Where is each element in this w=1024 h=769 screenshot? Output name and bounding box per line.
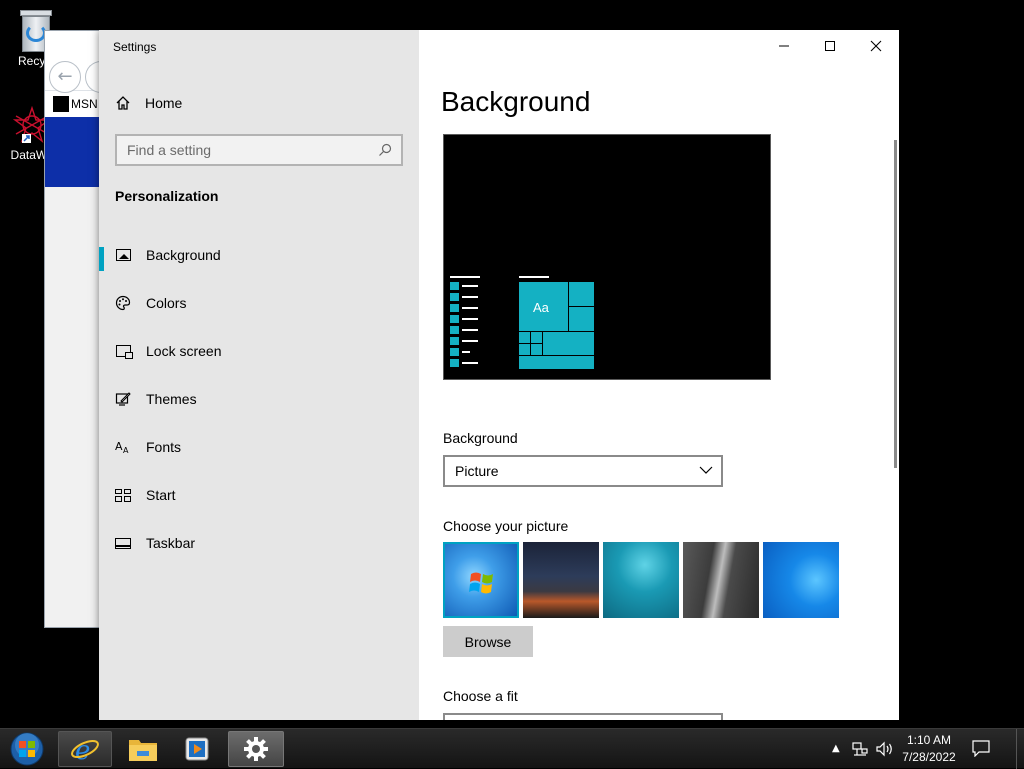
- lock-screen-icon: [115, 343, 133, 359]
- nav-item-label: Background: [146, 247, 221, 263]
- maximize-button[interactable]: [807, 30, 853, 62]
- preview-start-tiles: Aa: [518, 281, 595, 370]
- nav-item-label: Colors: [146, 295, 187, 311]
- preview-tile-text: Aa: [533, 300, 549, 315]
- picture-thumbnail-underwater[interactable]: [603, 542, 679, 618]
- msn-header-band: [45, 117, 103, 187]
- close-icon: [870, 40, 882, 52]
- nav-lock-screen[interactable]: Lock screen: [99, 331, 419, 371]
- palette-icon: [115, 295, 131, 311]
- svg-text:A: A: [115, 440, 123, 453]
- page-title: Background: [441, 86, 591, 117]
- minimize-icon: [779, 45, 789, 47]
- section-title: Personalization: [115, 188, 219, 204]
- nav-taskbar[interactable]: Taskbar: [99, 523, 419, 563]
- minimize-button[interactable]: [761, 30, 807, 62]
- search-box[interactable]: [115, 134, 403, 166]
- choose-fit-dropdown[interactable]: [443, 713, 723, 720]
- picture-thumbnail-windows[interactable]: [443, 542, 519, 618]
- browse-button[interactable]: Browse: [443, 626, 533, 657]
- svg-text:A: A: [123, 446, 129, 455]
- ie-tab-label: MSN: [71, 97, 98, 111]
- back-arrow-icon[interactable]: ←: [49, 61, 81, 93]
- chevron-down-icon: [699, 466, 713, 474]
- media-player-icon: [185, 737, 209, 761]
- themes-icon: [115, 391, 131, 407]
- internet-explorer-icon: e: [71, 736, 99, 764]
- picture-icon: [115, 247, 131, 263]
- search-input[interactable]: [117, 136, 367, 164]
- ie-page-content: [45, 187, 103, 627]
- background-type-value: Picture: [455, 463, 499, 479]
- nav-home[interactable]: Home: [99, 83, 419, 123]
- network-icon[interactable]: [852, 741, 868, 757]
- choose-picture-label: Choose your picture: [443, 518, 569, 534]
- nav-item-label: Taskbar: [146, 535, 196, 551]
- picture-thumbnail-windows-blue[interactable]: [763, 542, 839, 618]
- ie-toolbar: ←: [45, 31, 105, 93]
- windows-start-orb-icon: [10, 732, 44, 766]
- picture-thumbnail-night-sky[interactable]: [523, 542, 599, 618]
- clock-time[interactable]: 1:10 AM: [896, 733, 962, 747]
- taskbar: e ▲ 1:10 AM 7/28/2022: [0, 728, 1024, 769]
- background-type-label: Background: [443, 430, 518, 446]
- ie-browser-window[interactable]: ← MSN: [44, 30, 105, 628]
- settings-content-pane: Background Aa Background Picture Choose …: [419, 30, 899, 720]
- action-center-icon[interactable]: [972, 739, 990, 757]
- choose-fit-label: Choose a fit: [443, 688, 518, 704]
- close-button[interactable]: [853, 30, 899, 62]
- taskbar-file-explorer[interactable]: [118, 731, 168, 767]
- windows-logo-icon: [469, 572, 493, 594]
- desktop: Recycl DataWa ← MSN Settings Home Find a…: [0, 0, 1024, 728]
- settings-sidebar: Settings Home Personalization Background: [99, 30, 419, 720]
- msn-logo-icon: [53, 96, 69, 112]
- taskbar-settings[interactable]: [228, 731, 284, 767]
- nav-colors[interactable]: Colors: [99, 283, 419, 323]
- content-scrollbar[interactable]: [894, 140, 897, 468]
- nav-background[interactable]: Background: [99, 235, 419, 275]
- taskbar-icon: [115, 535, 131, 551]
- nav-item-label: Start: [146, 487, 176, 503]
- show-hidden-icons-icon[interactable]: ▲: [832, 743, 840, 754]
- maximize-icon: [825, 41, 835, 51]
- taskbar-internet-explorer[interactable]: e: [58, 731, 112, 767]
- desktop-preview: Aa: [443, 134, 771, 380]
- nav-start[interactable]: Start: [99, 475, 419, 515]
- volume-icon[interactable]: [876, 741, 894, 757]
- folder-icon: [129, 740, 157, 761]
- svg-text:e: e: [75, 736, 90, 764]
- nav-item-label: Lock screen: [146, 343, 222, 359]
- start-icon: [115, 487, 131, 503]
- nav-themes[interactable]: Themes: [99, 379, 419, 419]
- picture-thumbnail-rock[interactable]: [683, 542, 759, 618]
- nav-item-label: Themes: [146, 391, 197, 407]
- ie-tab-msn[interactable]: MSN: [49, 93, 103, 115]
- taskbar-media-player[interactable]: [172, 731, 222, 767]
- nav-fonts[interactable]: AA Fonts: [99, 427, 419, 467]
- search-icon[interactable]: [377, 142, 393, 158]
- start-button[interactable]: [6, 731, 48, 767]
- nav-item-label: Fonts: [146, 439, 182, 455]
- settings-window: Settings Home Personalization Background: [99, 30, 899, 720]
- fonts-icon: AA: [115, 439, 131, 455]
- nav-home-label: Home: [145, 95, 183, 111]
- clock-date[interactable]: 7/28/2022: [896, 750, 962, 764]
- gear-icon: [244, 737, 268, 761]
- show-desktop-button[interactable]: [1016, 729, 1024, 769]
- home-icon: [115, 95, 131, 111]
- window-title: Settings: [113, 40, 157, 54]
- background-type-dropdown[interactable]: Picture: [443, 455, 723, 487]
- system-tray: ▲ 1:10 AM 7/28/2022: [826, 729, 1024, 769]
